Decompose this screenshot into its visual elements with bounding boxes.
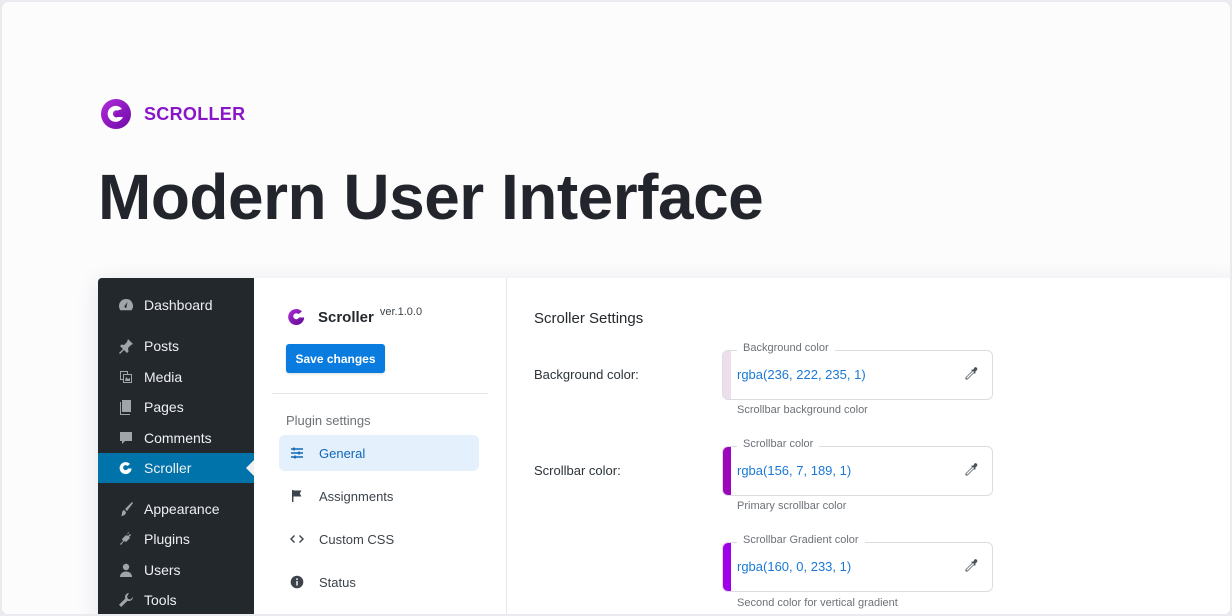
wp-menu-dashboard[interactable]: Dashboard (98, 290, 254, 320)
wp-menu-label: Media (144, 369, 183, 385)
field-label: Scrollbar Gradient color (737, 534, 865, 546)
wp-menu-label: Pages (144, 399, 184, 415)
settings-title: Scroller Settings (534, 310, 644, 327)
plugin-nav: Scroller ver.1.0.0 Save changes Plugin s… (254, 278, 507, 614)
scroller-icon (118, 460, 134, 476)
wp-menu-scroller[interactable]: Scroller (98, 453, 254, 483)
nav-general[interactable]: General (279, 435, 479, 471)
nav-label: Assignments (319, 488, 394, 504)
nav-custom-css[interactable]: Custom CSS (279, 521, 479, 557)
background-color-label: Background color: (534, 367, 639, 382)
scrollbar-color-field: Scrollbar color (722, 438, 993, 496)
scrollbar-gradient-color-help: Second color for vertical gradient (737, 597, 898, 609)
color-swatch (723, 543, 731, 591)
brush-icon (118, 501, 134, 517)
scroller-logo-icon (101, 99, 131, 129)
eyedropper-icon[interactable] (962, 558, 978, 574)
wrench-icon (118, 592, 134, 608)
wp-menu-label: Appearance (144, 501, 220, 517)
wp-menu-plugins[interactable]: Plugins (98, 524, 254, 554)
user-icon (118, 562, 134, 578)
hero-title: Modern User Interface (98, 161, 764, 233)
app-window: Dashboard Posts Media Pages Comments Scr… (98, 278, 1230, 614)
scrollbar-color-label: Scrollbar color: (534, 463, 621, 478)
section-heading: Plugin settings (286, 413, 371, 428)
sliders-icon (290, 446, 304, 460)
divider (272, 393, 488, 394)
wp-admin-sidebar: Dashboard Posts Media Pages Comments Scr… (98, 278, 254, 614)
wp-menu-tools[interactable]: Tools (98, 585, 254, 614)
wp-menu-label: Posts (144, 338, 180, 354)
media-icon (118, 369, 134, 385)
dashboard-icon (118, 297, 134, 313)
nav-label: Custom CSS (319, 531, 395, 547)
wp-menu-pages[interactable]: Pages (98, 392, 254, 422)
eyedropper-icon[interactable] (962, 462, 978, 478)
save-changes-button[interactable]: Save changes (286, 344, 385, 373)
wp-menu-media[interactable]: Media (98, 362, 254, 392)
plugin-header: Scroller ver.1.0.0 (286, 306, 422, 328)
brand-name: SCROLLER (144, 103, 246, 124)
wp-menu-label: Users (144, 562, 181, 578)
wp-menu-label: Tools (144, 592, 177, 608)
background-color-input[interactable] (737, 367, 937, 382)
field-label: Background color (737, 342, 835, 354)
flag-icon (290, 489, 304, 503)
pages-icon (118, 399, 134, 415)
wp-menu-label: Dashboard (144, 297, 213, 313)
scrollbar-gradient-color-input[interactable] (737, 559, 937, 574)
banner: SCROLLER Modern User Interface Dashboard… (2, 2, 1230, 614)
background-color-field: Background color (722, 342, 993, 400)
brand: SCROLLER (100, 98, 245, 130)
scrollbar-color-help: Primary scrollbar color (737, 500, 847, 512)
scroller-logo-icon (288, 309, 305, 326)
settings-panel: Scroller Settings Background color: Back… (508, 278, 1230, 614)
background-color-help: Scrollbar background color (737, 404, 868, 416)
color-swatch (723, 351, 731, 399)
nav-assignments[interactable]: Assignments (279, 478, 479, 514)
wp-menu-label: Plugins (144, 531, 190, 547)
scrollbar-gradient-color-field: Scrollbar Gradient color (722, 534, 993, 592)
scrollbar-color-input[interactable] (737, 463, 937, 478)
wp-menu-label: Scroller (144, 460, 192, 476)
color-swatch (723, 447, 731, 495)
eyedropper-icon[interactable] (962, 366, 978, 382)
wp-menu-users[interactable]: Users (98, 555, 254, 585)
plug-icon (118, 531, 134, 547)
plugin-title: Scroller (318, 308, 374, 326)
info-icon (290, 575, 304, 589)
wp-menu-appearance[interactable]: Appearance (98, 494, 254, 524)
code-icon (290, 532, 304, 546)
wp-menu-comments[interactable]: Comments (98, 423, 254, 453)
comment-icon (118, 430, 134, 446)
plugin-version: ver.1.0.0 (379, 306, 423, 318)
nav-label: Status (319, 574, 356, 590)
active-indicator-arrow (246, 460, 254, 476)
wp-menu-posts[interactable]: Posts (98, 331, 254, 361)
wp-menu-label: Comments (144, 430, 212, 446)
field-label: Scrollbar color (737, 438, 820, 450)
pin-icon (118, 338, 134, 354)
nav-label: General (319, 445, 366, 461)
nav-status[interactable]: Status (279, 564, 479, 600)
